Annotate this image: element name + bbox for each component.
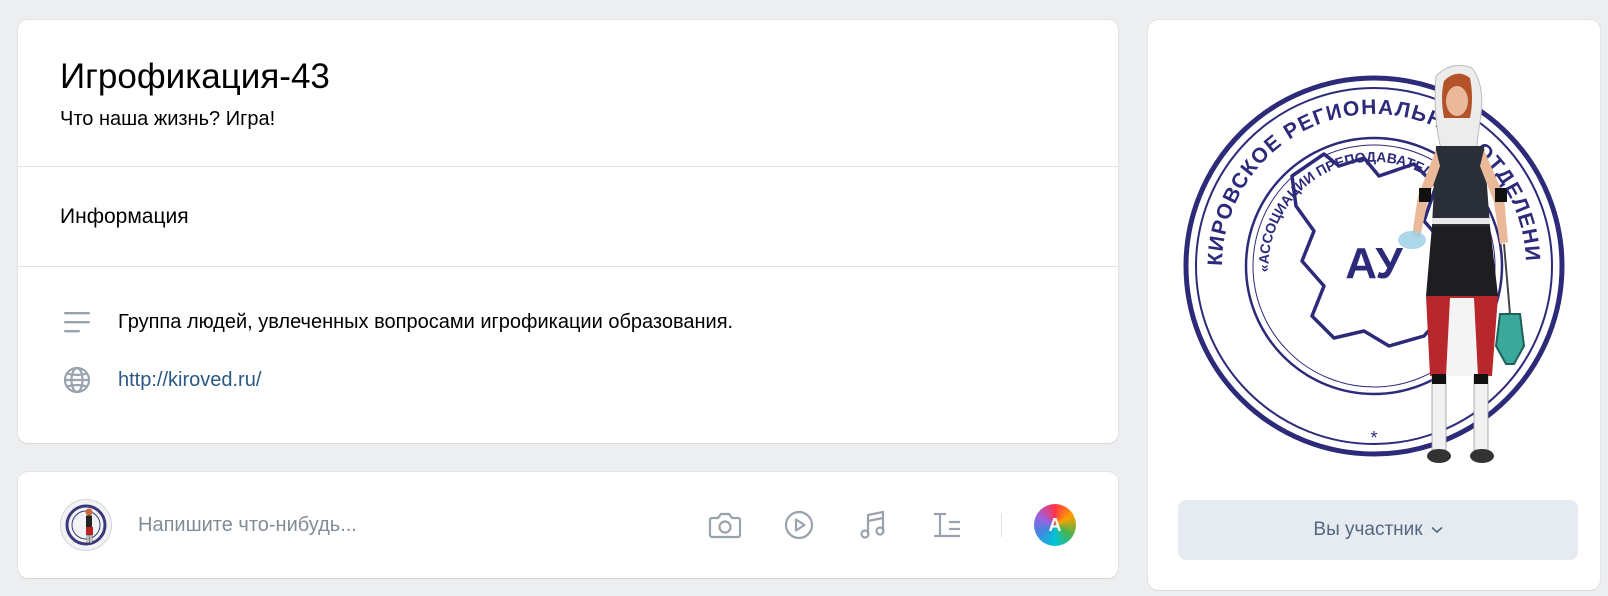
info-rows: Группа людей, увлеченных вопросами игроф… — [18, 267, 1118, 397]
description-row: Группа людей, увлеченных вопросами игроф… — [60, 305, 1076, 339]
info-section-header: Информация — [18, 167, 1118, 267]
text-lines-icon — [60, 305, 94, 339]
group-name: Игрофикация-43 — [60, 57, 330, 96]
membership-label: Вы участник — [1313, 519, 1423, 540]
website-row: http://kiroved.ru/ — [60, 363, 1076, 397]
website-link[interactable]: http://kiroved.ru/ — [118, 369, 261, 392]
post-input[interactable] — [138, 513, 669, 537]
group-description: Группа людей, увлеченных вопросами игроф… — [118, 310, 734, 333]
info-section-title: Информация — [60, 204, 189, 228]
video-icon[interactable] — [781, 507, 817, 543]
group-avatar-image[interactable]: КИРОВСКОЕ РЕГИОНАЛЬНОЕ ОТДЕЛЕНИЕ МЕЖРЕГИ… — [1174, 46, 1574, 496]
post-composer-card: A — [18, 472, 1118, 578]
svg-text:*: * — [1370, 428, 1377, 448]
group-status: Что наша жизнь? Игра! — [60, 108, 276, 130]
globe-icon — [60, 363, 94, 397]
music-icon[interactable] — [855, 507, 891, 543]
author-avatar-button[interactable]: A — [1034, 504, 1076, 546]
chevron-down-icon — [1431, 523, 1443, 537]
composer-actions: A — [669, 504, 1076, 546]
camera-icon[interactable] — [707, 507, 743, 543]
stamp-center-text: АУ — [1345, 239, 1403, 288]
article-icon[interactable] — [929, 507, 965, 543]
group-header: Игрофикация-43 Что наша жизнь? Игра! — [18, 20, 1118, 167]
composer-avatar — [60, 499, 112, 551]
membership-button[interactable]: Вы участник — [1178, 500, 1578, 560]
group-avatar-card: КИРОВСКОЕ РЕГИОНАЛЬНОЕ ОТДЕЛЕНИЕ МЕЖРЕГИ… — [1148, 20, 1600, 590]
group-info-card: Игрофикация-43 Что наша жизнь? Игра! Инф… — [18, 20, 1118, 443]
actions-divider — [1001, 513, 1002, 537]
